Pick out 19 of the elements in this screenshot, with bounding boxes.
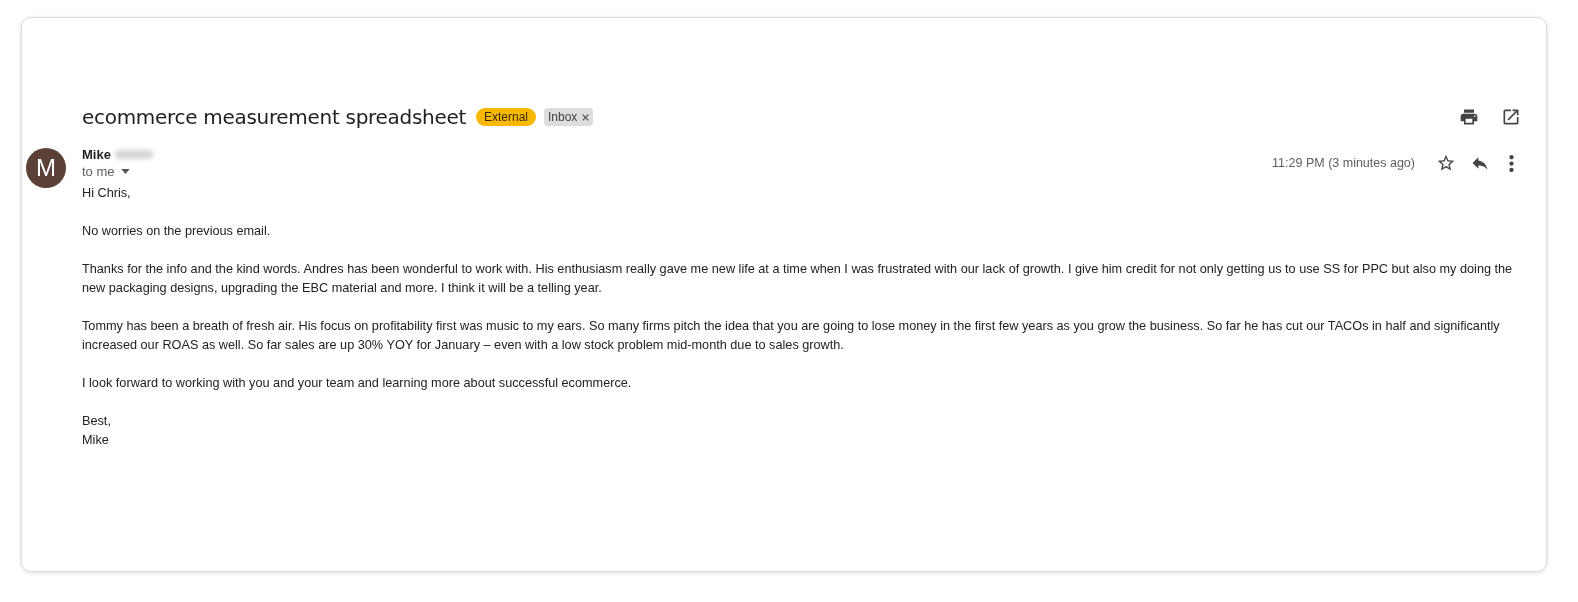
open-in-new-window-icon (1501, 107, 1521, 127)
star-outline-icon (1436, 153, 1456, 173)
recipient-text: to me (82, 164, 115, 179)
body-paragraph: Thanks for the info and the kind words. Andres has been wonderful to work with. His enthusiasm really gave me new life at a time when I was frustrated with our lack of growth. I give him credit for not only getting us to use SS for PPC but also my doing the new packaging designs, upgrading the EBC material and more. I think it will be a telling year. (82, 261, 1514, 297)
body-paragraph: Hi Chris, (82, 185, 132, 202)
label-tag: External (475, 108, 536, 126)
body-paragraph: No worries on the previous email. (82, 223, 272, 240)
body-paragraph: I look forward to working with you and your team and learning more about successful ecommerce. (82, 375, 633, 392)
avatar: M (26, 148, 66, 188)
more-options-icon (1509, 154, 1514, 172)
body-paragraph: Tommy has been a breath of fresh air. His focus on profitability first was music to my ears. So many firms pitch the idea that you are going to lose money in the first few years as you grow the business. So far he has cut our TACOs in half and significantly increased our ROAS as well. So far sales are up 30% YOY for January – even with a low stock problem mid-month due to sales growth. (82, 318, 1501, 354)
print-icon (1459, 107, 1479, 127)
body-paragraph: Best, Mike (82, 413, 112, 449)
email-subject: ecommerce measurement spreadsheet (82, 105, 466, 129)
sender-name: Mike (82, 147, 111, 162)
caret-icon[interactable] (120, 169, 130, 174)
remove-label-icon[interactable] (582, 113, 590, 121)
label-tag: Inbox (544, 108, 594, 126)
timestamp: 11:29 PM (3 minutes ago) (1272, 156, 1415, 170)
